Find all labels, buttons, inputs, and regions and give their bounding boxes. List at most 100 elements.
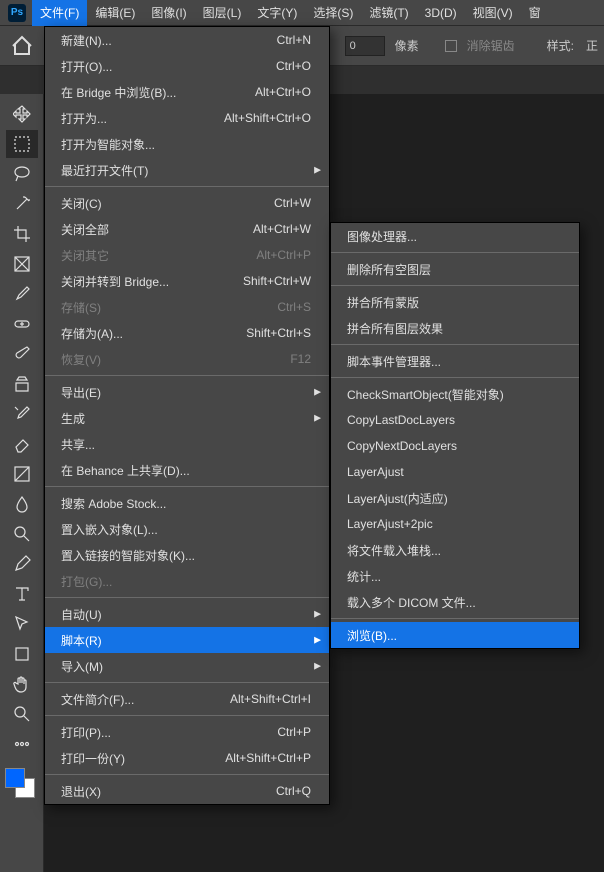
eyedropper-icon bbox=[13, 285, 31, 303]
menu-type[interactable]: 文字(Y) bbox=[249, 0, 305, 26]
menu-item-label: 最近打开文件(T) bbox=[61, 162, 311, 179]
menu-item[interactable]: 生成▶ bbox=[45, 405, 329, 431]
menu-3d[interactable]: 3D(D) bbox=[417, 0, 465, 26]
hand-tool[interactable] bbox=[6, 670, 38, 698]
menu-item[interactable]: 最近打开文件(T)▶ bbox=[45, 157, 329, 183]
menu-item-label: 在 Behance 上共享(D)... bbox=[61, 462, 311, 479]
menu-item[interactable]: 搜索 Adobe Stock... bbox=[45, 490, 329, 516]
clone-tool[interactable] bbox=[6, 370, 38, 398]
frame-tool[interactable] bbox=[6, 250, 38, 278]
menu-item[interactable]: 打印(P)...Ctrl+P bbox=[45, 719, 329, 745]
menu-item[interactable]: 置入链接的智能对象(K)... bbox=[45, 542, 329, 568]
fg-color-swatch[interactable] bbox=[5, 768, 25, 788]
menu-item[interactable]: 共享... bbox=[45, 431, 329, 457]
antialias-checkbox[interactable] bbox=[445, 40, 457, 52]
menu-item[interactable]: 关闭并转到 Bridge...Shift+Ctrl+W bbox=[45, 268, 329, 294]
zoom-tool[interactable] bbox=[6, 700, 38, 728]
eraser-tool[interactable] bbox=[6, 430, 38, 458]
menu-item-label: 关闭全部 bbox=[61, 221, 233, 238]
feather-input[interactable] bbox=[345, 36, 385, 56]
magic-wand-tool[interactable] bbox=[6, 190, 38, 218]
submenu-item-label: 拼合所有蒙版 bbox=[347, 294, 561, 311]
history-brush-icon bbox=[13, 405, 31, 423]
menu-edit[interactable]: 编辑(E) bbox=[87, 0, 143, 26]
menu-item[interactable]: 文件简介(F)...Alt+Shift+Ctrl+I bbox=[45, 686, 329, 712]
crop-tool[interactable] bbox=[6, 220, 38, 248]
submenu-item[interactable]: LayerAjust(内适应) bbox=[331, 485, 579, 511]
submenu-arrow-icon: ▶ bbox=[314, 661, 321, 672]
submenu-item-label: LayerAjust+2pic bbox=[347, 517, 561, 531]
submenu-item[interactable]: LayerAjust bbox=[331, 459, 579, 485]
rectangle-tool[interactable] bbox=[6, 640, 38, 668]
history-brush-tool[interactable] bbox=[6, 400, 38, 428]
path-select-tool[interactable] bbox=[6, 610, 38, 638]
eyedropper-tool[interactable] bbox=[6, 280, 38, 308]
menu-view[interactable]: 视图(V) bbox=[465, 0, 521, 26]
menu-item[interactable]: 新建(N)...Ctrl+N bbox=[45, 27, 329, 53]
submenu-item[interactable]: CopyLastDocLayers bbox=[331, 407, 579, 433]
submenu-item[interactable]: 拼合所有蒙版 bbox=[331, 289, 579, 315]
menu-file[interactable]: 文件(F) bbox=[32, 0, 87, 26]
menu-item[interactable]: 打印一份(Y)Alt+Shift+Ctrl+P bbox=[45, 745, 329, 771]
lasso-tool[interactable] bbox=[6, 160, 38, 188]
menu-window[interactable]: 窗 bbox=[521, 0, 549, 26]
brush-tool[interactable] bbox=[6, 340, 38, 368]
menu-item-label: 打印(P)... bbox=[61, 724, 257, 741]
menu-item[interactable]: 关闭全部Alt+Ctrl+W bbox=[45, 216, 329, 242]
menu-item-label: 导出(E) bbox=[61, 384, 311, 401]
menu-item[interactable]: 打开为...Alt+Shift+Ctrl+O bbox=[45, 105, 329, 131]
type-icon bbox=[13, 585, 31, 603]
menu-image[interactable]: 图像(I) bbox=[143, 0, 194, 26]
submenu-item[interactable]: 图像处理器... bbox=[331, 223, 579, 249]
submenu-item-label: 载入多个 DICOM 文件... bbox=[347, 594, 561, 611]
submenu-item[interactable]: 统计... bbox=[331, 563, 579, 589]
separator bbox=[45, 715, 329, 716]
menu-select[interactable]: 选择(S) bbox=[305, 0, 361, 26]
menu-item[interactable]: 在 Bridge 中浏览(B)...Alt+Ctrl+O bbox=[45, 79, 329, 105]
scripts-submenu: 图像处理器... 删除所有空图层拼合所有蒙版拼合所有图层效果脚本事件管理器... C… bbox=[330, 222, 580, 649]
menu-item[interactable]: 自动(U)▶ bbox=[45, 601, 329, 627]
move-tool[interactable] bbox=[6, 100, 38, 128]
marquee-tool[interactable] bbox=[6, 130, 38, 158]
home-icon[interactable] bbox=[10, 34, 34, 58]
submenu-item[interactable]: 载入多个 DICOM 文件... bbox=[331, 589, 579, 615]
menu-item[interactable]: 导入(M)▶ bbox=[45, 653, 329, 679]
menu-layer[interactable]: 图层(L) bbox=[195, 0, 250, 26]
submenu-item[interactable]: 将文件载入堆栈... bbox=[331, 537, 579, 563]
gradient-tool[interactable] bbox=[6, 460, 38, 488]
menu-item: 关闭其它Alt+Ctrl+P bbox=[45, 242, 329, 268]
style-value[interactable]: 正 bbox=[580, 37, 604, 54]
blur-tool[interactable] bbox=[6, 490, 38, 518]
menu-item[interactable]: 打开为智能对象... bbox=[45, 131, 329, 157]
menu-item[interactable]: 导出(E)▶ bbox=[45, 379, 329, 405]
menu-item-shortcut: Shift+Ctrl+S bbox=[246, 326, 311, 340]
menu-item[interactable]: 关闭(C)Ctrl+W bbox=[45, 190, 329, 216]
dodge-tool[interactable] bbox=[6, 520, 38, 548]
submenu-item[interactable]: 拼合所有图层效果 bbox=[331, 315, 579, 341]
color-swatches[interactable] bbox=[5, 768, 39, 804]
tools-panel bbox=[0, 94, 44, 872]
pen-tool[interactable] bbox=[6, 550, 38, 578]
separator bbox=[331, 618, 579, 619]
menu-item[interactable]: 在 Behance 上共享(D)... bbox=[45, 457, 329, 483]
menu-filter[interactable]: 滤镜(T) bbox=[361, 0, 416, 26]
healing-tool[interactable] bbox=[6, 310, 38, 338]
menu-item-label: 置入嵌入对象(L)... bbox=[61, 521, 311, 538]
submenu-item[interactable]: LayerAjust+2pic bbox=[331, 511, 579, 537]
antialias-label: 消除锯齿 bbox=[461, 37, 521, 54]
type-tool[interactable] bbox=[6, 580, 38, 608]
menu-item[interactable]: 置入嵌入对象(L)... bbox=[45, 516, 329, 542]
menu-item[interactable]: 打开(O)...Ctrl+O bbox=[45, 53, 329, 79]
submenu-item[interactable]: 浏览(B)... bbox=[331, 622, 579, 648]
separator bbox=[45, 682, 329, 683]
submenu-item[interactable]: 删除所有空图层 bbox=[331, 256, 579, 282]
separator bbox=[331, 377, 579, 378]
more-tool[interactable] bbox=[6, 730, 38, 758]
menu-item[interactable]: 存储为(A)...Shift+Ctrl+S bbox=[45, 320, 329, 346]
submenu-arrow-icon: ▶ bbox=[314, 165, 321, 176]
submenu-item[interactable]: 脚本事件管理器... bbox=[331, 348, 579, 374]
menu-item[interactable]: 脚本(R)▶ bbox=[45, 627, 329, 653]
submenu-item[interactable]: CheckSmartObject(智能对象) bbox=[331, 381, 579, 407]
menu-item[interactable]: 退出(X)Ctrl+Q bbox=[45, 778, 329, 804]
submenu-item[interactable]: CopyNextDocLayers bbox=[331, 433, 579, 459]
